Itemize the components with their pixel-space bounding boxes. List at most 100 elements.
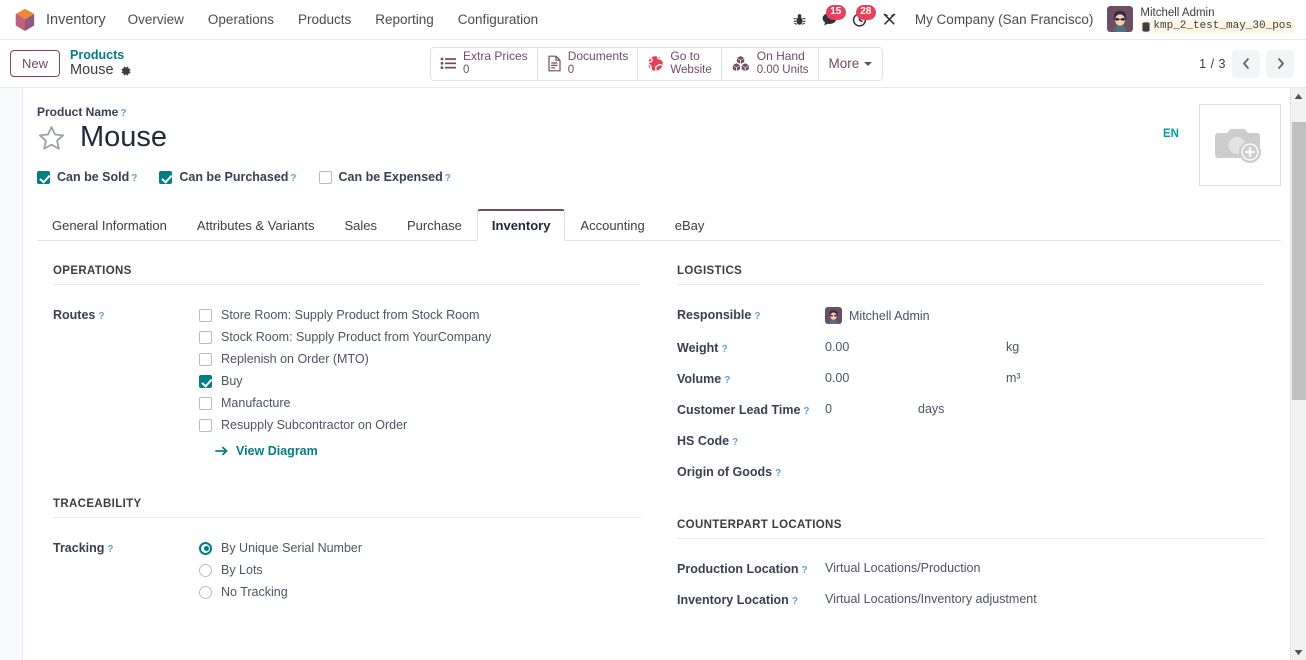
tracking-label-serial[interactable]: By Unique Serial Number <box>221 541 362 555</box>
route-label-stock-room[interactable]: Stock Room: Supply Product from YourComp… <box>221 330 491 344</box>
tracking-label-lots[interactable]: By Lots <box>221 563 263 577</box>
gear-icon[interactable] <box>120 65 132 77</box>
tracking-option-lots[interactable]: By Lots <box>199 563 362 577</box>
help-tooltip-icon[interactable]: ? <box>120 108 126 119</box>
origin-of-goods-label: Origin of Goods ? <box>677 464 825 479</box>
language-selector[interactable]: EN <box>1163 128 1185 140</box>
route-option-replenish-mto[interactable]: Replenish on Order (MTO) <box>199 352 491 366</box>
production-location-value[interactable]: Virtual Locations/Production <box>825 561 980 575</box>
help-tooltip-icon[interactable]: ? <box>802 565 808 576</box>
responsible-value[interactable]: Mitchell Admin <box>825 307 930 324</box>
can-be-purchased-checkbox[interactable] <box>159 170 173 184</box>
help-tooltip-icon[interactable]: ? <box>724 375 730 386</box>
help-tooltip-icon[interactable]: ? <box>98 311 104 322</box>
route-checkbox-stock-room[interactable] <box>199 330 212 344</box>
can-be-purchased-label[interactable]: Can be Purchased ? <box>179 170 296 184</box>
help-tooltip-icon[interactable]: ? <box>775 468 781 479</box>
weight-input[interactable]: 0.00 <box>825 340 999 354</box>
customer-lead-time-input[interactable]: 0 <box>825 402 911 416</box>
activities-clock-icon[interactable]: 28 <box>845 4 876 35</box>
route-option-manufacture[interactable]: Manufacture <box>199 396 491 410</box>
help-tooltip-icon[interactable]: ? <box>754 311 760 322</box>
tracking-radio-none[interactable] <box>199 585 212 599</box>
menu-item-products[interactable]: Products <box>286 6 363 33</box>
route-option-store-room[interactable]: Store Room: Supply Product from Stock Ro… <box>199 308 491 322</box>
messaging-icon[interactable]: 15 <box>815 4 846 35</box>
scroll-up-arrow[interactable] <box>1291 88 1306 104</box>
tracking-radio-lots[interactable] <box>199 563 212 577</box>
tab-accounting[interactable]: Accounting <box>565 209 659 241</box>
route-label-replenish-mto[interactable]: Replenish on Order (MTO) <box>221 352 369 366</box>
tab-purchase[interactable]: Purchase <box>392 209 477 241</box>
inventory-location-value[interactable]: Virtual Locations/Inventory adjustment <box>825 592 1037 606</box>
tab-ebay[interactable]: eBay <box>660 209 720 241</box>
route-option-buy[interactable]: Buy <box>199 374 491 388</box>
routes-field-row: Routes ? Store Room: Supply Product from… <box>53 307 641 458</box>
new-button[interactable]: New <box>10 49 61 78</box>
menu-item-operations[interactable]: Operations <box>196 6 286 33</box>
more-dropdown-button[interactable]: More <box>819 48 883 80</box>
product-image-placeholder[interactable] <box>1199 104 1281 186</box>
tracking-label-none[interactable]: No Tracking <box>221 585 288 599</box>
menu-item-configuration[interactable]: Configuration <box>446 6 550 33</box>
page-title[interactable]: Mouse <box>80 121 167 154</box>
bug-icon[interactable] <box>785 5 815 35</box>
checkbox-can-be-expensed[interactable]: Can be Expensed ? <box>318 170 451 184</box>
scroll-down-arrow[interactable] <box>1291 644 1306 660</box>
user-menu[interactable]: Mitchell Admin kmp_2_test_may_30_pos <box>1103 6 1298 34</box>
route-checkbox-replenish-mto[interactable] <box>199 352 212 366</box>
breadcrumb-products[interactable]: Products <box>70 48 132 63</box>
can-be-expensed-label[interactable]: Can be Expensed ? <box>339 170 451 184</box>
can-be-sold-label[interactable]: Can be Sold ? <box>57 170 137 184</box>
help-tooltip-icon[interactable]: ? <box>721 344 727 355</box>
can-be-expensed-checkbox[interactable] <box>318 170 332 184</box>
route-label-buy[interactable]: Buy <box>221 374 243 388</box>
tracking-radio-serial[interactable] <box>199 541 212 555</box>
view-diagram-link[interactable]: View Diagram <box>215 444 491 458</box>
help-tooltip-icon[interactable]: ? <box>445 173 451 184</box>
tools-icon[interactable] <box>875 5 905 35</box>
odoo-logo-icon[interactable] <box>14 8 36 32</box>
route-label-manufacture[interactable]: Manufacture <box>221 396 290 410</box>
app-name[interactable]: Inventory <box>46 12 116 28</box>
route-checkbox-store-room[interactable] <box>199 308 212 322</box>
checkbox-can-be-purchased[interactable]: Can be Purchased ? <box>159 170 297 184</box>
checkbox-can-be-sold[interactable]: Can be Sold ? <box>37 170 137 184</box>
tab-sales[interactable]: Sales <box>329 209 392 241</box>
stat-button-on-hand[interactable]: On Hand 0.00 Units <box>722 47 819 80</box>
tab-attributes-variants[interactable]: Attributes & Variants <box>182 209 330 241</box>
route-option-resupply-subcontractor[interactable]: Resupply Subcontractor on Order <box>199 418 491 432</box>
stat-button-documents[interactable]: Documents 0 <box>538 47 639 80</box>
scrollbar-track[interactable] <box>1291 104 1306 644</box>
help-tooltip-icon[interactable]: ? <box>803 406 809 417</box>
help-tooltip-icon[interactable]: ? <box>290 173 296 184</box>
route-option-stock-room[interactable]: Stock Room: Supply Product from YourComp… <box>199 330 491 344</box>
help-tooltip-icon[interactable]: ? <box>732 437 738 448</box>
tab-general-information[interactable]: General Information <box>37 209 182 241</box>
route-checkbox-buy[interactable] <box>199 374 212 388</box>
globe-icon <box>647 55 664 72</box>
pager-next-button[interactable] <box>1266 49 1294 78</box>
vertical-scrollbar[interactable] <box>1290 88 1306 660</box>
help-tooltip-icon[interactable]: ? <box>131 173 137 184</box>
tracking-option-serial[interactable]: By Unique Serial Number <box>199 541 362 555</box>
stat-button-extra-prices[interactable]: Extra Prices 0 <box>431 47 538 80</box>
can-be-sold-checkbox[interactable] <box>37 170 50 184</box>
route-checkbox-manufacture[interactable] <box>199 396 212 410</box>
pager-previous-button[interactable] <box>1232 49 1260 78</box>
tracking-option-none[interactable]: No Tracking <box>199 585 362 599</box>
route-label-resupply-subcontractor[interactable]: Resupply Subcontractor on Order <box>221 418 407 432</box>
volume-input[interactable]: 0.00 <box>825 371 999 385</box>
tab-inventory[interactable]: Inventory <box>476 209 566 241</box>
menu-item-overview[interactable]: Overview <box>116 6 196 33</box>
help-tooltip-icon[interactable]: ? <box>107 544 113 555</box>
stat-button-go-to-website[interactable]: Go to Website <box>638 47 722 80</box>
route-checkbox-resupply-subcontractor[interactable] <box>199 418 212 432</box>
route-label-store-room[interactable]: Store Room: Supply Product from Stock Ro… <box>221 308 479 322</box>
company-selector[interactable]: My Company (San Francisco) <box>905 12 1104 27</box>
routes-label: Routes ? <box>53 307 199 322</box>
help-tooltip-icon[interactable]: ? <box>792 596 798 607</box>
scrollbar-thumb[interactable] <box>1292 122 1306 400</box>
menu-item-reporting[interactable]: Reporting <box>363 6 446 33</box>
star-favorite-icon[interactable] <box>37 124 66 152</box>
